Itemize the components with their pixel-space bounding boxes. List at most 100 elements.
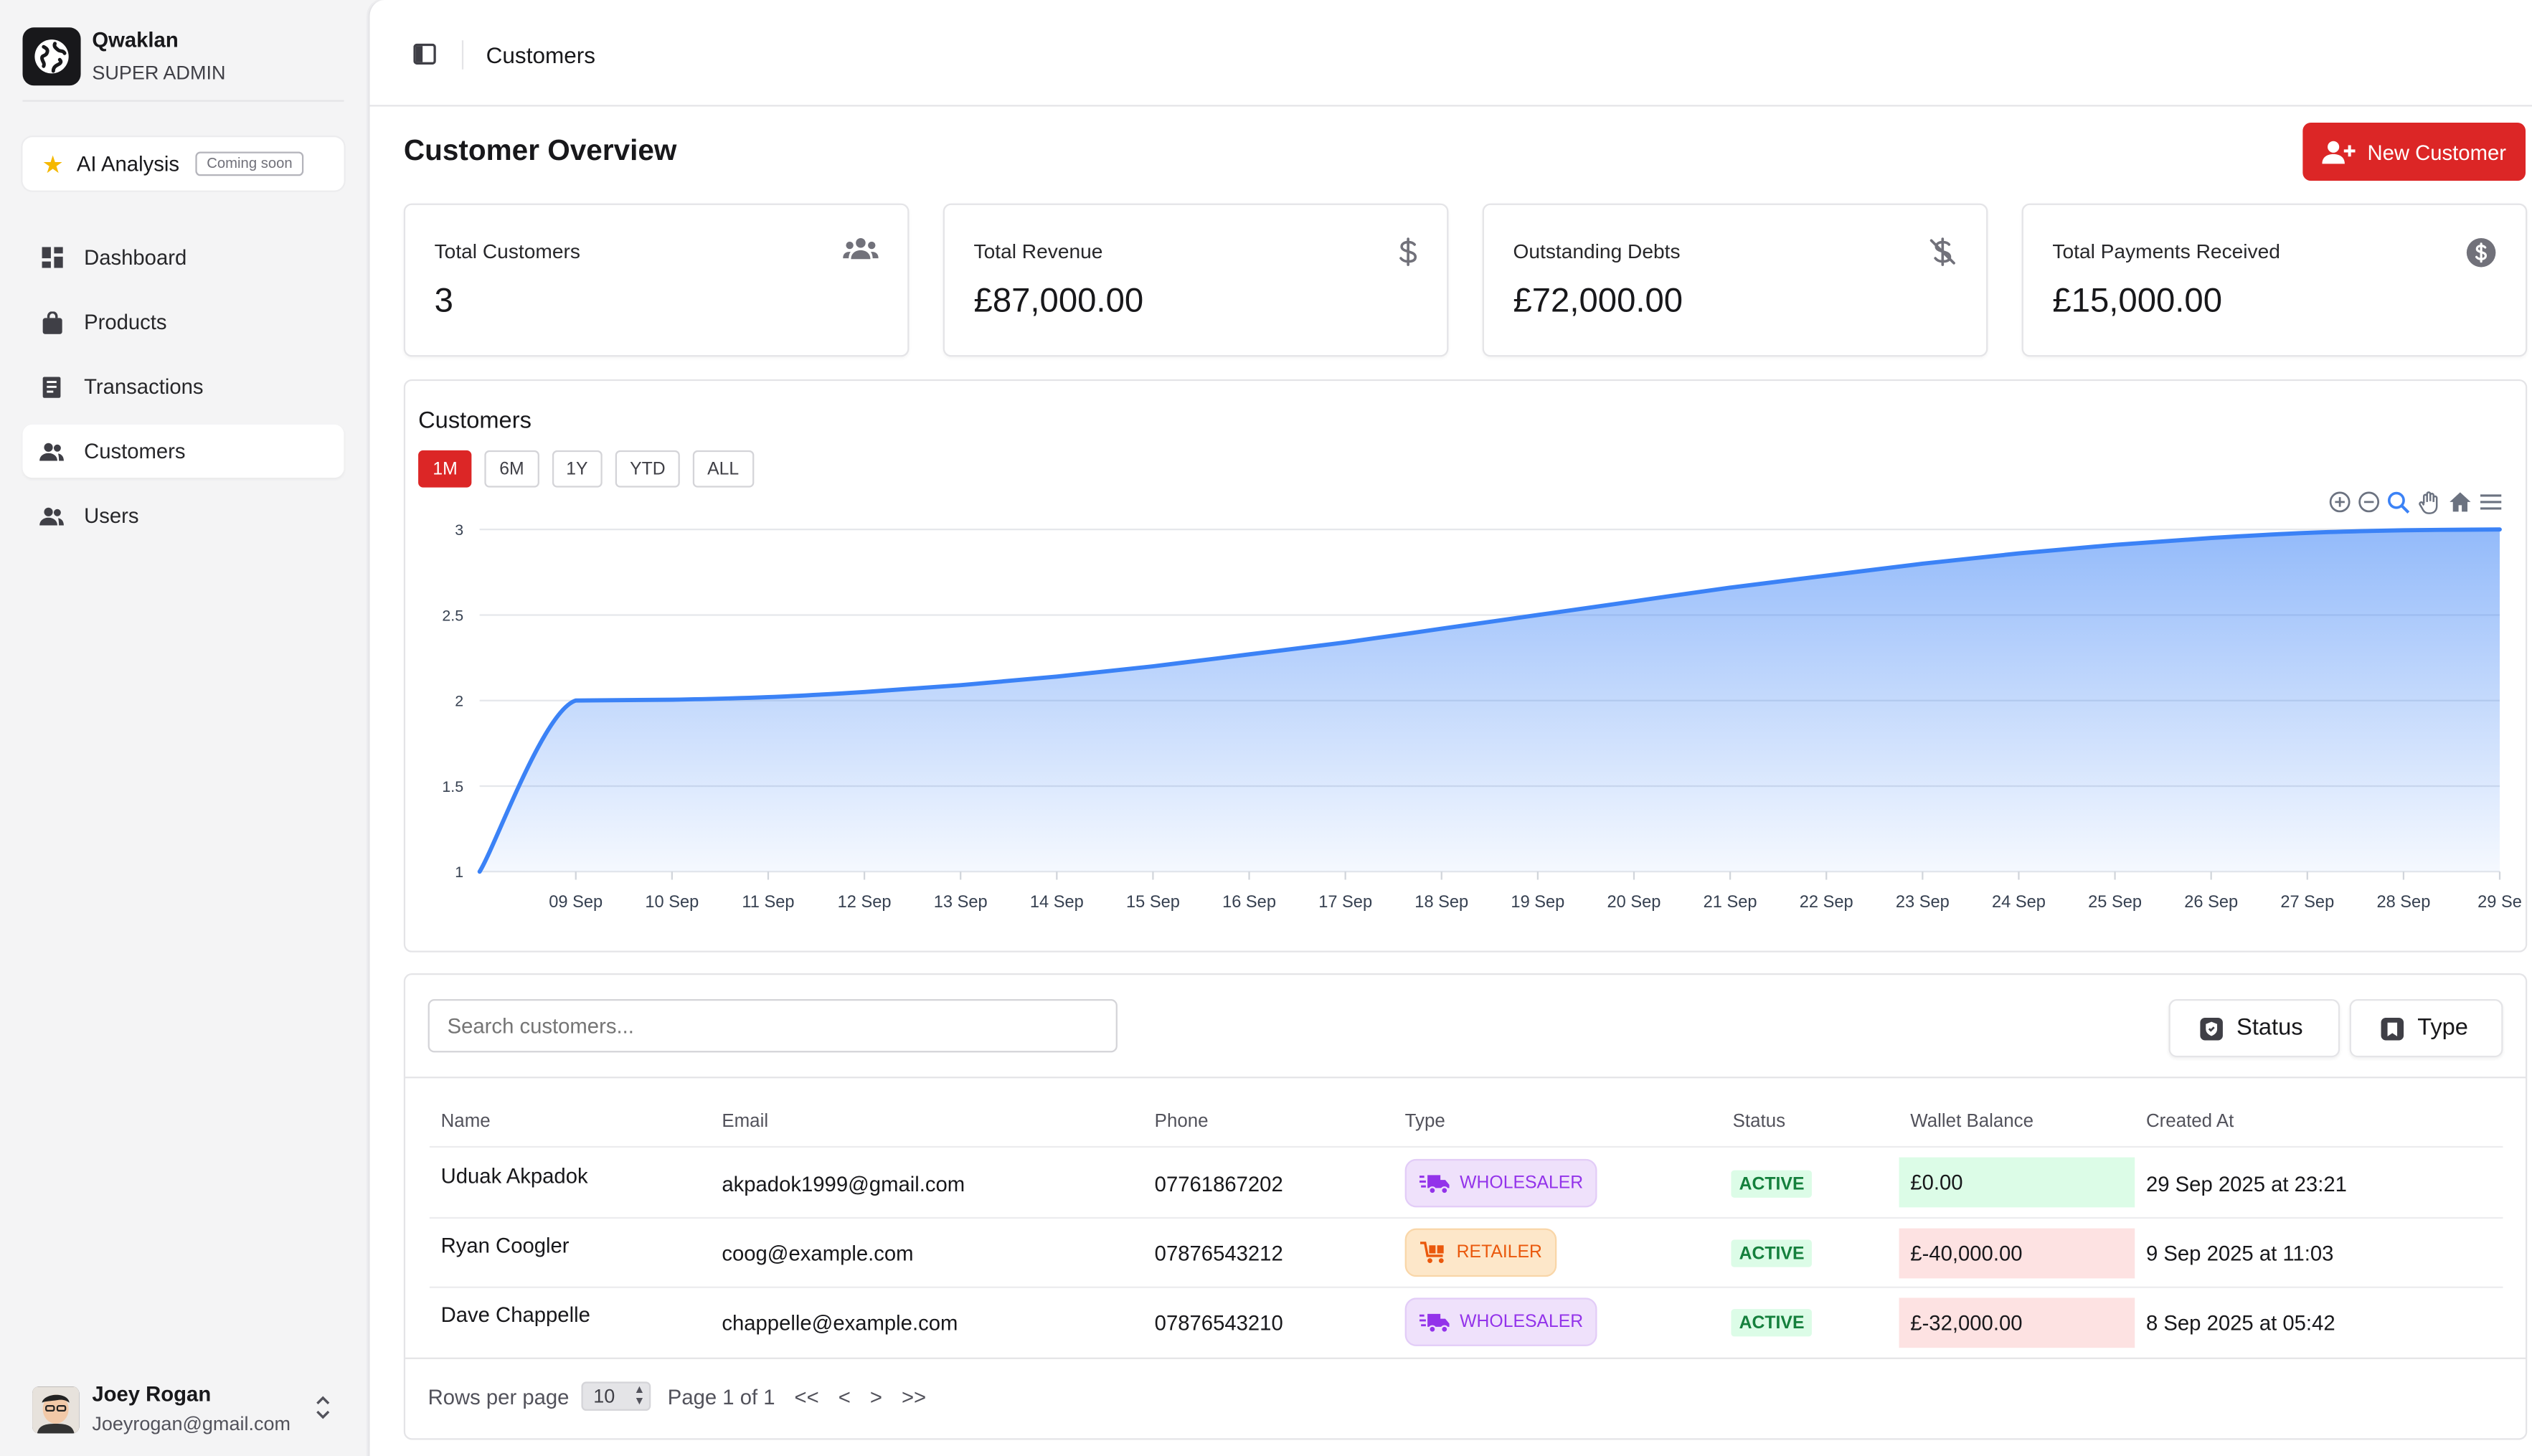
new-customer-button[interactable]: New Customer bbox=[2302, 123, 2526, 181]
range-ytd-button[interactable]: YTD bbox=[615, 450, 680, 488]
table-row[interactable]: Uduak Akpadok akpadok1999@gmail.com 0776… bbox=[429, 1145, 2503, 1217]
customer-phone: 07761867202 bbox=[1154, 1171, 1283, 1196]
column-header-name[interactable]: Name bbox=[441, 1112, 491, 1132]
customer-name: Uduak Akpadok bbox=[440, 1163, 588, 1188]
home-reset-icon[interactable] bbox=[2448, 491, 2472, 515]
table-row[interactable]: Dave Chappelle chappelle@example.com 078… bbox=[429, 1286, 2503, 1358]
new-customer-label: New Customer bbox=[2367, 139, 2506, 164]
user-name: Joey Rogan bbox=[92, 1381, 212, 1407]
menu-icon[interactable] bbox=[2479, 491, 2503, 515]
range-1m-button[interactable]: 1M bbox=[418, 450, 473, 488]
stat-label: Total Revenue bbox=[973, 240, 1103, 263]
bag-icon bbox=[39, 309, 65, 335]
prev-page-button[interactable]: < bbox=[839, 1384, 851, 1409]
brand-role: SUPER ADMIN bbox=[92, 61, 226, 85]
sidebar-item-products[interactable]: Products bbox=[23, 296, 344, 349]
sidebar-item-customers[interactable]: Customers bbox=[22, 424, 344, 478]
zoom-out-icon[interactable] bbox=[2358, 491, 2381, 515]
status-badge: ACTIVE bbox=[1731, 1170, 1813, 1198]
x-tick-label: 14 Sep bbox=[1030, 893, 1084, 912]
x-tick-label: 25 Sep bbox=[2088, 893, 2142, 912]
dashboard-icon bbox=[39, 245, 65, 270]
sidebar-item-label: Transactions bbox=[84, 374, 204, 399]
zoom-in-icon[interactable] bbox=[2328, 491, 2351, 515]
column-header-created-at[interactable]: Created At bbox=[2146, 1112, 2234, 1132]
customers-chart-card: 3 2.5 2 1.5 1 09 Sep 10 Sep 11 Sep 12 Sep 13 Sep 1… bbox=[403, 379, 2528, 952]
brand-name: Qwaklan bbox=[92, 27, 179, 52]
next-page-button[interactable]: > bbox=[870, 1384, 882, 1409]
x-tick-label: 19 Sep bbox=[1511, 893, 1564, 912]
range-all-button[interactable]: ALL bbox=[692, 450, 754, 488]
x-tick-label: 15 Sep bbox=[1126, 893, 1180, 912]
table-row[interactable]: Ryan Coogler coog@example.com 0787654321… bbox=[429, 1216, 2503, 1288]
tag-icon bbox=[2381, 1016, 2404, 1040]
last-page-button[interactable]: >> bbox=[902, 1384, 926, 1409]
sidebar-item-transactions[interactable]: Transactions bbox=[23, 360, 344, 413]
customer-phone: 07876543212 bbox=[1154, 1241, 1283, 1266]
ai-analysis-item[interactable]: ★ AI Analysis Coming soon bbox=[22, 137, 344, 191]
customer-email: chappelle@example.com bbox=[722, 1310, 958, 1336]
stat-label: Total Customers bbox=[434, 240, 580, 263]
status-badge: ACTIVE bbox=[1731, 1239, 1813, 1267]
created-at: 9 Sep 2025 at 11:03 bbox=[2145, 1241, 2334, 1266]
topbar: Customers bbox=[369, 0, 2532, 107]
users-icon bbox=[39, 438, 65, 464]
column-header-wallet-balance[interactable]: Wallet Balance bbox=[1910, 1112, 2033, 1132]
customers-table-card: Status Type Name Email Phone Type Status… bbox=[403, 973, 2528, 1440]
sidebar-toggle-icon[interactable] bbox=[413, 43, 436, 73]
dollar-off-icon bbox=[1928, 237, 1957, 275]
range-1y-button[interactable]: 1Y bbox=[551, 450, 603, 488]
select-arrows-icon: ▲ ▼ bbox=[633, 1384, 646, 1408]
rows-per-page-value: 10 bbox=[593, 1384, 615, 1408]
brand[interactable]: Qwaklan SUPER ADMIN bbox=[22, 27, 226, 86]
sidebar-item-users[interactable]: Users bbox=[23, 489, 344, 542]
status-filter-button[interactable]: Status bbox=[2168, 999, 2340, 1058]
customer-name: Ryan Coogler bbox=[440, 1233, 570, 1258]
column-header-phone[interactable]: Phone bbox=[1155, 1112, 1209, 1132]
pan-hand-icon[interactable] bbox=[2417, 491, 2442, 515]
dollar-icon bbox=[1399, 237, 1418, 275]
rows-per-page-select[interactable]: 10 ▲ ▼ bbox=[582, 1381, 652, 1411]
sidebar-nav: Dashboard Products Transactions Customer… bbox=[22, 231, 344, 554]
x-tick-label: 24 Sep bbox=[1992, 893, 2046, 912]
type-label: RETAILER bbox=[1456, 1242, 1542, 1262]
zoom-selection-icon[interactable] bbox=[2386, 491, 2411, 515]
type-filter-button[interactable]: Type bbox=[2349, 999, 2503, 1058]
x-tick-label: 21 Sep bbox=[1704, 893, 1757, 912]
truck-icon bbox=[1419, 1313, 1450, 1333]
type-filter-label: Type bbox=[2417, 1015, 2468, 1041]
sidebar-item-dashboard[interactable]: Dashboard bbox=[23, 231, 344, 284]
table-divider bbox=[405, 1077, 2526, 1079]
x-tick-label: 23 Sep bbox=[1896, 893, 1950, 912]
search-input[interactable] bbox=[427, 999, 1118, 1053]
x-tick-label: 22 Sep bbox=[1800, 893, 1853, 912]
column-header-type[interactable]: Type bbox=[1405, 1112, 1445, 1132]
user-menu[interactable]: Joey Rogan Joeyrogan@gmail.com bbox=[32, 1377, 344, 1442]
stat-value: £72,000.00 bbox=[1513, 282, 1683, 320]
type-label: WHOLESALER bbox=[1460, 1312, 1584, 1332]
x-tick-label: 20 Sep bbox=[1607, 893, 1661, 912]
customer-email: akpadok1999@gmail.com bbox=[722, 1171, 965, 1196]
created-at: 29 Sep 2025 at 23:21 bbox=[2145, 1171, 2347, 1196]
wallet-balance: £-32,000.00 bbox=[1899, 1297, 2135, 1348]
chevron-up-down-icon bbox=[315, 1393, 331, 1430]
column-header-status[interactable]: Status bbox=[1733, 1112, 1785, 1132]
sidebar-item-label: Users bbox=[84, 504, 139, 528]
topbar-separator bbox=[461, 40, 464, 70]
pagination: Rows per page 10 ▲ ▼ Page 1 of 1 << < > >… bbox=[428, 1381, 926, 1411]
truck-icon bbox=[1419, 1174, 1450, 1194]
customer-phone: 07876543210 bbox=[1154, 1310, 1283, 1336]
user-plus-icon bbox=[2322, 140, 2356, 164]
receipt-icon bbox=[39, 374, 65, 400]
shield-icon bbox=[2200, 1016, 2223, 1040]
customer-email: coog@example.com bbox=[722, 1241, 914, 1266]
column-header-email[interactable]: Email bbox=[722, 1112, 768, 1132]
range-6m-button[interactable]: 6M bbox=[485, 450, 539, 488]
x-tick-label: 27 Sep bbox=[2280, 893, 2334, 912]
breadcrumb: Customers bbox=[486, 42, 596, 68]
stat-value: 3 bbox=[434, 282, 453, 320]
first-page-button[interactable]: << bbox=[795, 1384, 819, 1409]
coming-soon-badge: Coming soon bbox=[195, 151, 304, 176]
x-tick-label: 13 Sep bbox=[934, 893, 988, 912]
main-panel: Customers Customer Overview New Customer… bbox=[368, 0, 2532, 1456]
